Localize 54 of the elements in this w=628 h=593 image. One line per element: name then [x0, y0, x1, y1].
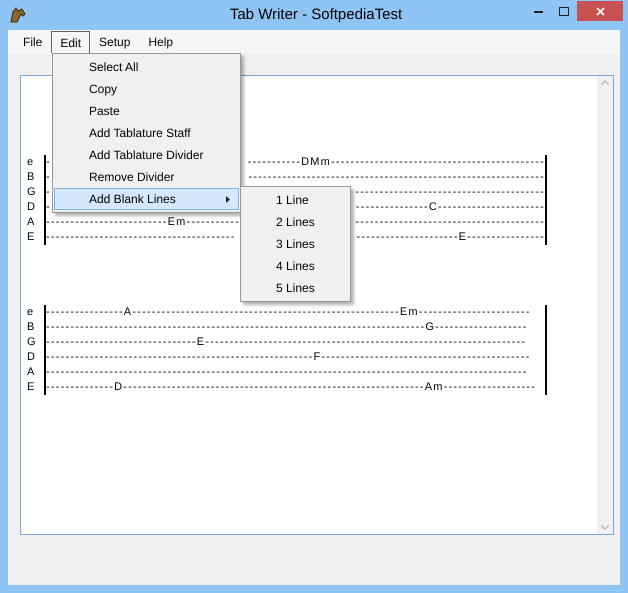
maximize-icon: [559, 6, 569, 16]
menu-item[interactable]: Edit: [51, 31, 90, 53]
tab-line: -----------DMm--------------------------------------------: [248, 157, 545, 168]
string-label: e: [27, 157, 34, 168]
minimize-icon: [534, 10, 542, 12]
string-label: e: [27, 307, 34, 318]
window-title: Tab Writer - SoftpediaTest: [228, 4, 404, 25]
close-button[interactable]: [577, 1, 623, 21]
vertical-scrollbar[interactable]: [597, 76, 613, 534]
string-label: E: [27, 232, 36, 243]
scroll-down-icon: [601, 525, 609, 530]
tab-line: ---------------------------------------: [355, 217, 545, 228]
menu-entry[interactable]: Copy: [54, 78, 239, 100]
menu-item[interactable]: Help: [139, 31, 182, 53]
tab-line: -------------------------Em-----------: [46, 217, 240, 228]
tab-line: -: [46, 187, 51, 198]
string-label: A: [27, 367, 36, 378]
menu-entry[interactable]: 3 Lines: [241, 233, 350, 255]
tab-line: ----------------A-------------------------------------------------------Em-----------------------: [46, 307, 531, 318]
menu-entry[interactable]: 2 Lines: [241, 211, 350, 233]
tab-line: -: [46, 202, 51, 213]
tab-line: -------------------------------------------------------F-------------------------------------------: [46, 352, 531, 363]
tab-line: -------------------------------E------------------------------------------------------------------: [46, 337, 526, 348]
menu-entry[interactable]: 4 Lines: [241, 255, 350, 277]
menu-entry[interactable]: Select All: [54, 56, 239, 78]
scroll-up-icon: [601, 80, 609, 85]
tab-line: ------------------------------------------------------------------------------G-------------------: [46, 322, 528, 333]
tab-line: -------------------------------------------------------------: [248, 172, 545, 183]
tab-line: -: [46, 157, 51, 168]
tab-line: ---------------------------------------: [46, 232, 236, 243]
tab-line: --------------D--------------------------------------------------------------Am-------------------: [46, 382, 536, 393]
menu-entry[interactable]: Add Blank Lines: [54, 188, 239, 210]
string-label: E: [27, 382, 36, 393]
string-label: B: [27, 172, 36, 183]
string-label: A: [27, 217, 36, 228]
tab-line: ---------------------------------------------------------------------------------------------------: [46, 367, 528, 378]
tab-line: ---------------------E----------------: [356, 232, 545, 243]
close-icon: [596, 6, 604, 16]
string-label: G: [27, 337, 37, 348]
tab-line: ---------------C----------------------: [356, 202, 545, 213]
string-label: G: [27, 187, 37, 198]
menu-item[interactable]: Setup: [90, 31, 140, 53]
menu-entry[interactable]: Add Tablature Staff: [54, 122, 239, 144]
menu-entry[interactable]: 5 Lines: [241, 277, 350, 299]
menu-entry[interactable]: 1 Line: [241, 189, 350, 211]
menu-item[interactable]: File: [14, 31, 52, 53]
string-label: D: [27, 352, 36, 363]
string-label: B: [27, 322, 36, 333]
menu-entry[interactable]: Paste: [54, 100, 239, 122]
tab-line: -: [46, 172, 51, 183]
menu-entry[interactable]: Remove Divider: [54, 166, 239, 188]
tab-line: ---------------------------------------: [355, 187, 545, 198]
string-label: D: [27, 202, 36, 213]
menu-entry[interactable]: Add Tablature Divider: [54, 144, 239, 166]
